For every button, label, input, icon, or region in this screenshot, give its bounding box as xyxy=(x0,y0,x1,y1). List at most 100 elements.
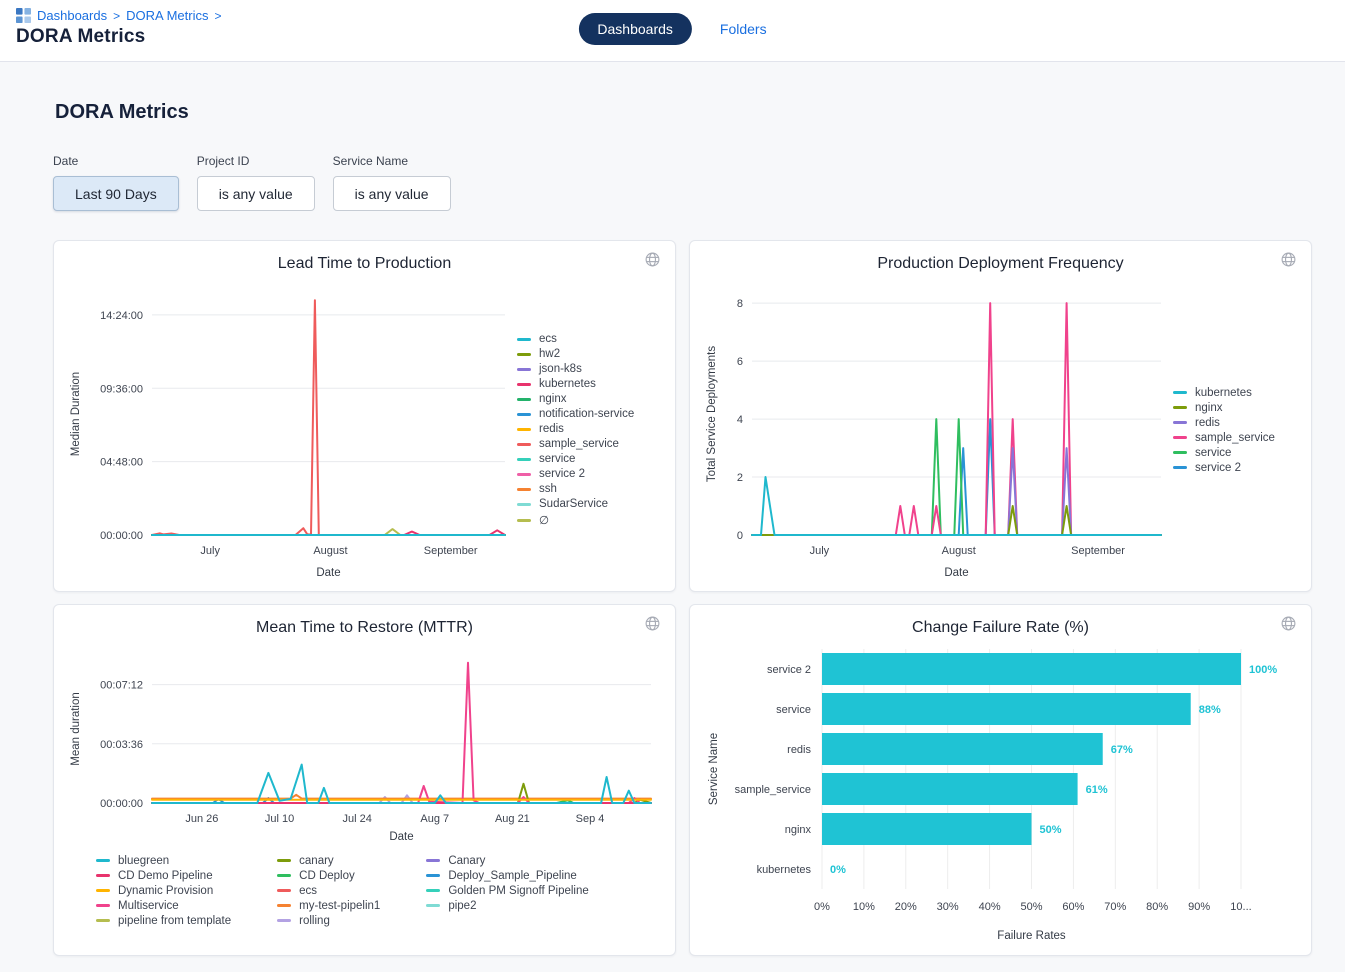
breadcrumb-link-dora-metrics[interactable]: DORA Metrics xyxy=(126,8,208,23)
svg-text:service 2: service 2 xyxy=(767,664,811,676)
legend-swatch xyxy=(517,503,531,506)
svg-text:20%: 20% xyxy=(895,901,917,913)
panel-lead-time: Lead Time to Production 00:00:0004:48:00… xyxy=(53,240,676,592)
legend-item[interactable]: Canary xyxy=(426,853,588,868)
legend-item[interactable]: pipeline from template xyxy=(96,913,231,928)
date-filter-button[interactable]: Last 90 Days xyxy=(53,176,179,211)
legend-label: service 2 xyxy=(539,468,585,480)
legend-item[interactable]: canary xyxy=(277,853,380,868)
legend-item[interactable]: ssh xyxy=(517,482,661,497)
breadcrumb-link-dashboards[interactable]: Dashboards xyxy=(37,8,107,23)
svg-text:Jul 24: Jul 24 xyxy=(342,813,371,825)
legend-item[interactable]: Dynamic Provision xyxy=(96,883,231,898)
globe-icon[interactable] xyxy=(1280,615,1297,632)
legend-label: SudarService xyxy=(539,498,608,510)
legend-item[interactable]: nginx xyxy=(517,392,661,407)
legend-item[interactable]: pipe2 xyxy=(426,898,588,913)
legend-item[interactable]: Deploy_Sample_Pipeline xyxy=(426,868,588,883)
legend-item[interactable]: SudarService xyxy=(517,497,661,512)
legend-swatch xyxy=(1173,451,1187,454)
svg-text:40%: 40% xyxy=(979,901,1001,913)
legend-item[interactable]: service 2 xyxy=(1173,460,1297,475)
tab-folders[interactable]: Folders xyxy=(720,21,767,37)
legend-label: rolling xyxy=(299,915,330,927)
svg-text:Median Duration: Median Duration xyxy=(70,372,82,456)
legend-swatch xyxy=(1173,466,1187,469)
filter-service-name: Service Name is any value xyxy=(333,154,451,211)
globe-icon[interactable] xyxy=(1280,251,1297,268)
svg-text:Date: Date xyxy=(944,567,968,579)
legend-label: bluegreen xyxy=(118,855,169,867)
project-id-filter-button[interactable]: is any value xyxy=(197,176,315,211)
legend-item[interactable]: sample_service xyxy=(517,437,661,452)
legend-label: redis xyxy=(1195,417,1220,429)
legend-item[interactable]: json-k8s xyxy=(517,362,661,377)
svg-text:Aug 7: Aug 7 xyxy=(420,813,449,825)
legend-label: CD Deploy xyxy=(299,870,355,882)
legend-swatch xyxy=(517,488,531,491)
legend-swatch xyxy=(517,428,531,431)
legend-column: bluegreenCD Demo Pipeline Dynamic Provisi… xyxy=(96,853,231,945)
legend-label: service xyxy=(539,453,575,465)
svg-text:100%: 100% xyxy=(1249,664,1277,676)
service-name-filter-button[interactable]: is any value xyxy=(333,176,451,211)
legend-item[interactable]: Golden PM Signoff Pipeline xyxy=(426,883,588,898)
legend-column: CanaryDeploy_Sample_PipelineGolden PM Si… xyxy=(426,853,588,945)
legend-item[interactable]: my-test-pipelin1 xyxy=(277,898,380,913)
legend-item[interactable]: hw2 xyxy=(517,347,661,362)
legend-label: ecs xyxy=(539,333,557,345)
svg-text:88%: 88% xyxy=(1199,704,1221,716)
legend-label: sample_service xyxy=(539,438,619,450)
tab-dashboards[interactable]: Dashboards xyxy=(578,13,692,45)
globe-icon[interactable] xyxy=(644,615,661,632)
svg-text:14:24:00: 14:24:00 xyxy=(100,310,143,322)
legend-swatch xyxy=(277,904,291,907)
header-tabs: Dashboards Folders xyxy=(578,13,766,45)
legend-item[interactable]: kubernetes xyxy=(517,377,661,392)
svg-text:0%: 0% xyxy=(814,901,830,913)
legend-item[interactable]: service xyxy=(1173,445,1297,460)
legend-label: service 2 xyxy=(1195,462,1241,474)
legend-swatch xyxy=(517,473,531,476)
legend-label: nginx xyxy=(1195,402,1223,414)
legend-label: pipeline from template xyxy=(118,915,231,927)
legend-item[interactable]: Multiservice xyxy=(96,898,231,913)
legend-item[interactable]: nginx xyxy=(1173,400,1297,415)
legend-item[interactable]: sample_service xyxy=(1173,430,1297,445)
legend-swatch xyxy=(1173,391,1187,394)
legend-label: Dynamic Provision xyxy=(118,885,213,897)
svg-text:September: September xyxy=(1071,545,1125,557)
legend-item[interactable]: service xyxy=(517,452,661,467)
svg-text:Aug 21: Aug 21 xyxy=(495,813,530,825)
svg-text:70%: 70% xyxy=(1104,901,1126,913)
legend-item[interactable]: CD Deploy xyxy=(277,868,380,883)
legend-item[interactable]: ecs xyxy=(517,332,661,347)
svg-text:kubernetes: kubernetes xyxy=(757,864,812,876)
legend-item[interactable]: CD Demo Pipeline xyxy=(96,868,231,883)
svg-text:September: September xyxy=(424,545,478,557)
legend-item[interactable]: service 2 xyxy=(517,467,661,482)
legend-swatch xyxy=(96,874,110,877)
dashboard-content: DORA Metrics Date Last 90 Days Project I… xyxy=(0,62,1345,972)
legend-column: canary CD Deployecs my-test-pipelin1 rollin… xyxy=(277,853,380,945)
svg-text:00:00:00: 00:00:00 xyxy=(100,798,143,810)
legend-item[interactable]: kubernetes xyxy=(1173,385,1297,400)
svg-text:sample_service: sample_service xyxy=(735,784,811,796)
legend-label: my-test-pipelin1 xyxy=(299,900,380,912)
panel-change-failure-rate: Change Failure Rate (%) 0%10%20%30%40%50… xyxy=(689,604,1312,956)
filter-label: Project ID xyxy=(197,154,315,168)
legend-item[interactable]: ∅ xyxy=(517,512,661,529)
legend-swatch xyxy=(1173,436,1187,439)
legend-item[interactable]: notification-service xyxy=(517,407,661,422)
globe-icon[interactable] xyxy=(644,251,661,268)
legend-item[interactable]: rolling xyxy=(277,913,380,928)
legend-item[interactable]: redis xyxy=(1173,415,1297,430)
legend-swatch xyxy=(517,398,531,401)
svg-text:Date: Date xyxy=(389,831,413,843)
svg-text:09:36:00: 09:36:00 xyxy=(100,383,143,395)
legend-item[interactable]: ecs xyxy=(277,883,380,898)
legend-item[interactable]: bluegreen xyxy=(96,853,231,868)
legend-item[interactable]: redis xyxy=(517,422,661,437)
svg-text:nginx: nginx xyxy=(785,824,812,836)
lead-time-legend: ecs hw2json-k8skubernetesnginxnotificatio… xyxy=(513,279,661,581)
